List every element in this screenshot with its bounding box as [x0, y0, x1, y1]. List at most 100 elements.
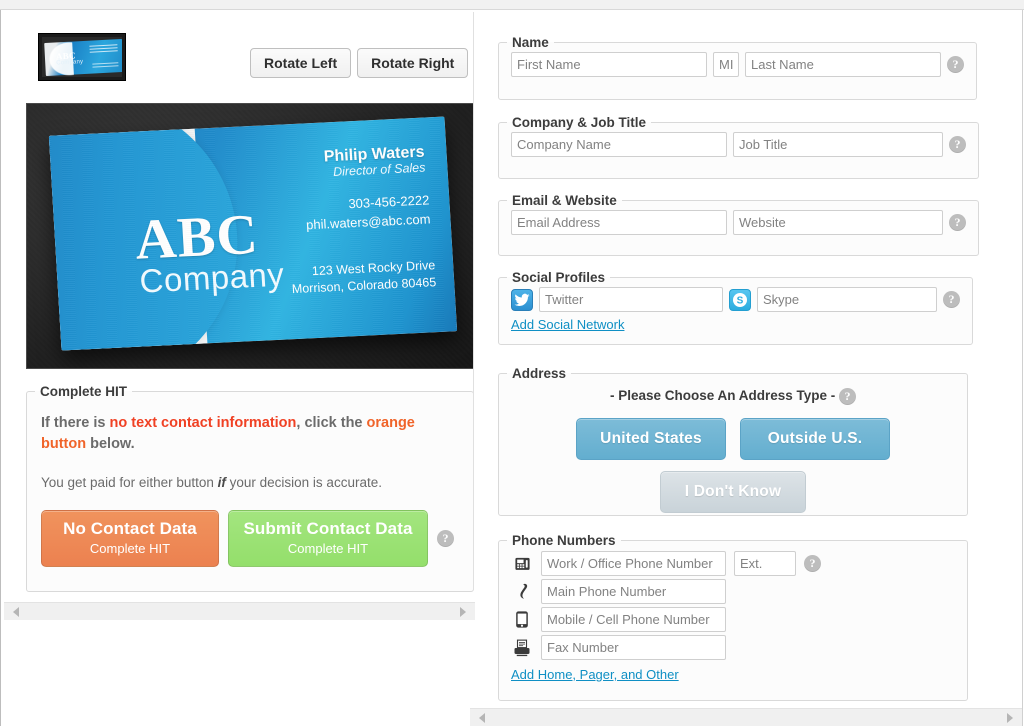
thumbnail-text-lines-top	[89, 44, 118, 54]
address-idk-row: I Don't Know	[499, 471, 967, 513]
address-type-prompt-text: - Please Choose An Address Type -	[609, 388, 836, 404]
main-phone-input[interactable]	[541, 579, 726, 604]
add-social-network-row: Add Social Network	[499, 312, 972, 334]
address-type-buttons: United States Outside U.S.	[499, 418, 967, 460]
address-legend: Address	[512, 366, 567, 381]
name-row: ?	[499, 50, 976, 77]
fax-input[interactable]	[541, 635, 726, 660]
job-title-input[interactable]	[733, 132, 943, 157]
rotate-left-button[interactable]: Rotate Left	[250, 48, 352, 78]
rotate-right-button[interactable]: Rotate Right	[357, 48, 469, 78]
hit-payment-emphasis: if	[217, 475, 226, 491]
email-website-help-icon[interactable]: ?	[949, 214, 966, 231]
address-united-states-button[interactable]: United States	[576, 418, 726, 460]
phone-numbers-legend: Phone Numbers	[512, 533, 616, 548]
hit-instruction-prefix: If there is	[41, 415, 110, 431]
add-phone-row: Add Home, Pager, and Other	[499, 660, 967, 684]
address-section: Address - Please Choose An Address Type …	[498, 366, 968, 516]
name-help-icon[interactable]: ?	[947, 56, 964, 73]
social-profiles-help-icon[interactable]: ?	[943, 291, 960, 308]
rotate-controls: Rotate Left Rotate Right	[250, 48, 469, 78]
add-home-pager-other-link[interactable]: Add Home, Pager, and Other	[511, 667, 679, 682]
extension-input[interactable]	[734, 551, 796, 576]
company-job-section: Company & Job Title ?	[498, 115, 979, 179]
hit-payment-suffix: your decision is accurate.	[225, 475, 382, 491]
first-name-input[interactable]	[511, 52, 707, 77]
hit-page: ABC Company Rotate Left Rotate Right ABC…	[0, 0, 1024, 726]
page-right-border	[1022, 10, 1023, 726]
company-job-legend: Company & Job Title	[512, 115, 647, 130]
card-logo-sub: Company	[138, 255, 286, 300]
left-panel: ABC Company Rotate Left Rotate Right ABC…	[2, 12, 476, 722]
company-job-help-icon[interactable]: ?	[949, 136, 966, 153]
fax-row	[499, 632, 967, 660]
page-scroll-right-arrow-icon[interactable]	[1007, 712, 1013, 723]
hit-instruction-suffix: below.	[86, 436, 135, 453]
no-contact-data-button[interactable]: No Contact Data Complete HIT	[41, 510, 219, 568]
email-website-row: ?	[499, 208, 978, 235]
skype-icon[interactable]: S	[729, 288, 751, 311]
email-website-legend: Email & Website	[512, 193, 617, 208]
mobile-phone-input[interactable]	[541, 607, 726, 632]
twitter-input[interactable]	[539, 287, 723, 312]
page-scroll-left-arrow-icon[interactable]	[479, 712, 485, 723]
complete-hit-legend: Complete HIT	[40, 384, 128, 399]
svg-text:S: S	[737, 295, 744, 306]
company-job-row: ?	[499, 130, 978, 157]
page-horizontal-scrollbar[interactable]	[470, 708, 1022, 726]
phone-numbers-help-icon[interactable]: ?	[804, 555, 821, 572]
add-social-network-link[interactable]: Add Social Network	[511, 317, 624, 332]
last-name-input[interactable]	[745, 52, 941, 77]
fax-icon	[511, 636, 533, 660]
scroll-right-arrow-icon[interactable]	[460, 606, 466, 617]
address-outside-us-button[interactable]: Outside U.S.	[740, 418, 890, 460]
thumbnail-inner: ABC Company	[42, 37, 122, 77]
business-card-thumbnail[interactable]: ABC Company	[38, 33, 126, 81]
left-panel-horizontal-scrollbar[interactable]	[4, 602, 475, 620]
work-phone-row: ?	[499, 548, 967, 576]
address-help-icon[interactable]: ?	[839, 388, 857, 405]
complete-hit-section: Complete HIT If there is no text contact…	[26, 384, 474, 592]
mobile-phone-icon	[511, 608, 533, 632]
panel-divider	[473, 12, 474, 590]
website-input[interactable]	[733, 210, 943, 235]
social-profiles-legend: Social Profiles	[512, 270, 606, 285]
hit-instruction: If there is no text contact information,…	[41, 413, 459, 455]
submit-contact-data-button[interactable]: Submit Contact Data Complete HIT	[228, 510, 428, 568]
mobile-phone-row	[499, 604, 967, 632]
company-name-input[interactable]	[511, 132, 727, 157]
no-contact-data-title: No Contact Data	[63, 519, 197, 539]
name-legend: Name	[512, 35, 549, 50]
hit-button-row: No Contact Data Complete HIT Submit Cont…	[41, 510, 459, 568]
business-card-image[interactable]: ABC Company Philip Waters Director of Sa…	[26, 103, 474, 369]
email-website-section: Email & Website ?	[498, 193, 979, 256]
twitter-icon[interactable]	[511, 288, 533, 311]
skype-input[interactable]	[757, 287, 937, 312]
email-address-input[interactable]	[511, 210, 727, 235]
main-phone-row	[499, 576, 967, 604]
complete-hit-body: If there is no text contact information,…	[27, 399, 473, 568]
name-section: Name ?	[498, 35, 977, 100]
social-profiles-row: S ?	[499, 285, 972, 312]
social-profiles-section: Social Profiles S ? Add Social Network	[498, 270, 973, 345]
phone-numbers-section: Phone Numbers ?	[498, 533, 968, 701]
hit-payment-note: You get paid for either button if your d…	[41, 475, 459, 490]
submit-contact-data-title: Submit Contact Data	[243, 519, 413, 539]
hit-payment-prefix: You get paid for either button	[41, 475, 218, 491]
card-address-block: 123 West Rocky Drive Morrison, Colorado …	[290, 257, 436, 298]
no-contact-data-subtitle: Complete HIT	[89, 540, 171, 556]
business-card: ABC Company Philip Waters Director of Sa…	[48, 116, 458, 351]
work-phone-input[interactable]	[541, 551, 726, 576]
desk-phone-icon	[511, 552, 533, 576]
hit-instruction-mid: , click the	[296, 415, 367, 431]
handset-icon	[511, 580, 533, 604]
complete-hit-help-icon[interactable]: ?	[437, 530, 454, 548]
address-type-prompt: - Please Choose An Address Type - ?	[499, 388, 967, 405]
page-left-border	[0, 10, 1, 726]
middle-initial-input[interactable]	[713, 52, 739, 77]
submit-contact-data-subtitle: Complete HIT	[287, 540, 369, 556]
scroll-left-arrow-icon[interactable]	[13, 606, 19, 617]
address-i-dont-know-button[interactable]: I Don't Know	[660, 471, 806, 513]
hit-instruction-highlight-red: no text contact information	[109, 415, 297, 431]
card-contact-block: 303-456-2222 phil.waters@abc.com	[304, 191, 431, 235]
